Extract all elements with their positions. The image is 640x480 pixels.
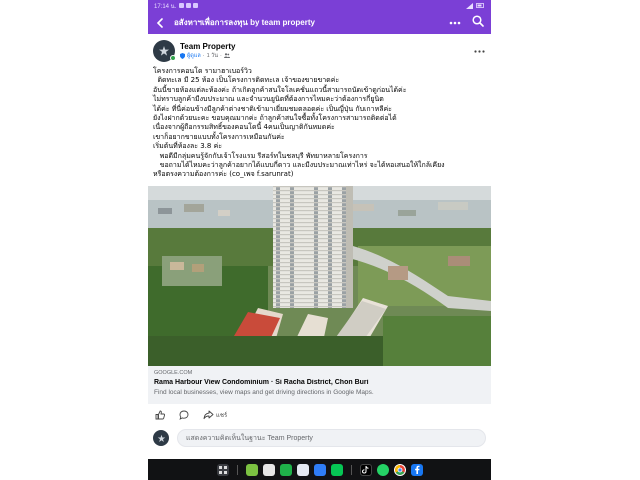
status-time: 17:14 น. [154,3,177,10]
comment-input[interactable]: แสดงความคิดเห็นในฐานะ Team Property [177,429,486,447]
admin-role: ผู้ดูแล [187,52,201,59]
admin-shield-icon [180,52,185,59]
notification-icon [186,3,192,8]
share-button[interactable]: แชร์ [203,410,227,420]
camera-app-icon[interactable] [262,463,275,476]
facebook-app-icon[interactable] [410,463,423,476]
page-logo-icon [157,434,165,442]
link-description: Find local businesses, view maps and get… [154,389,374,396]
back-button[interactable] [155,16,169,30]
comment-button[interactable] [179,410,189,420]
more-dots-icon [474,50,485,53]
audience-group-icon [223,53,230,58]
arrow-left-icon [156,17,163,28]
status-right [466,2,485,9]
taskbar-divider [350,464,352,475]
post-more-button[interactable] [474,45,485,56]
comment-composer: แสดงความคิดเห็นในฐานะ Team Property [153,428,486,448]
link-preview-card[interactable]: GOOGLE.COM Rama Harbour View Condominium… [148,366,491,404]
group-title[interactable]: อสังหาฯเพื่อการลงทุน by team property [174,16,315,29]
page-avatar[interactable] [153,39,176,62]
group-header: อสังหาฯเพื่อการลงทุน by team property [148,11,491,34]
more-options-button[interactable] [449,17,461,28]
notification-icons [179,3,199,8]
files-app-icon[interactable] [296,463,309,476]
post-meta: ผู้ดูแล · 1 วัน · [180,52,235,60]
link-preview-image[interactable] [148,186,491,366]
notification-icon [193,3,199,8]
taskbar-divider [236,464,238,475]
notification-icon [179,3,185,8]
share-label: แชร์ [216,413,228,419]
maps-app-icon[interactable] [313,463,326,476]
page-logo-icon [159,45,169,56]
tiktok-app-icon[interactable] [359,463,372,476]
condo-aerial-photo [148,186,491,366]
signal-icon [466,2,473,9]
like-button[interactable] [155,410,165,420]
link-domain: GOOGLE.COM [154,370,193,376]
app-screen: 17:14 น. อสังหาฯเพื่อการลงทุน by team pr… [148,0,491,480]
meta-separator-icon: · [220,52,222,59]
status-bar: 17:14 น. [148,0,491,11]
comment-bubble-icon [179,410,189,420]
post-actions: แชร์ [155,407,491,423]
whatsapp-app-icon[interactable] [376,463,389,476]
online-status-dot [170,54,176,61]
commenter-avatar[interactable] [153,430,169,446]
link-title[interactable]: Rama Harbour View Condominium · Si Racha… [154,379,485,386]
search-button[interactable] [472,14,484,32]
app-drawer-icon[interactable] [216,463,229,476]
post-age[interactable]: 1 วัน [207,52,218,60]
gallery-app-icon[interactable] [245,463,258,476]
share-arrow-icon [203,410,214,420]
thumbs-up-icon [155,410,165,420]
phone-app-icon[interactable] [279,463,292,476]
meta-separator-icon: · [202,52,205,59]
line-app-icon[interactable] [330,463,343,476]
chrome-app-icon[interactable] [393,463,406,476]
post-header: Team Property ผู้ดูแล · 1 วัน · [148,34,491,62]
battery-icon [476,3,484,8]
more-dots-icon [449,21,461,25]
search-icon [472,14,484,27]
page-name[interactable]: Team Property [180,42,235,51]
app-taskbar [148,459,491,480]
